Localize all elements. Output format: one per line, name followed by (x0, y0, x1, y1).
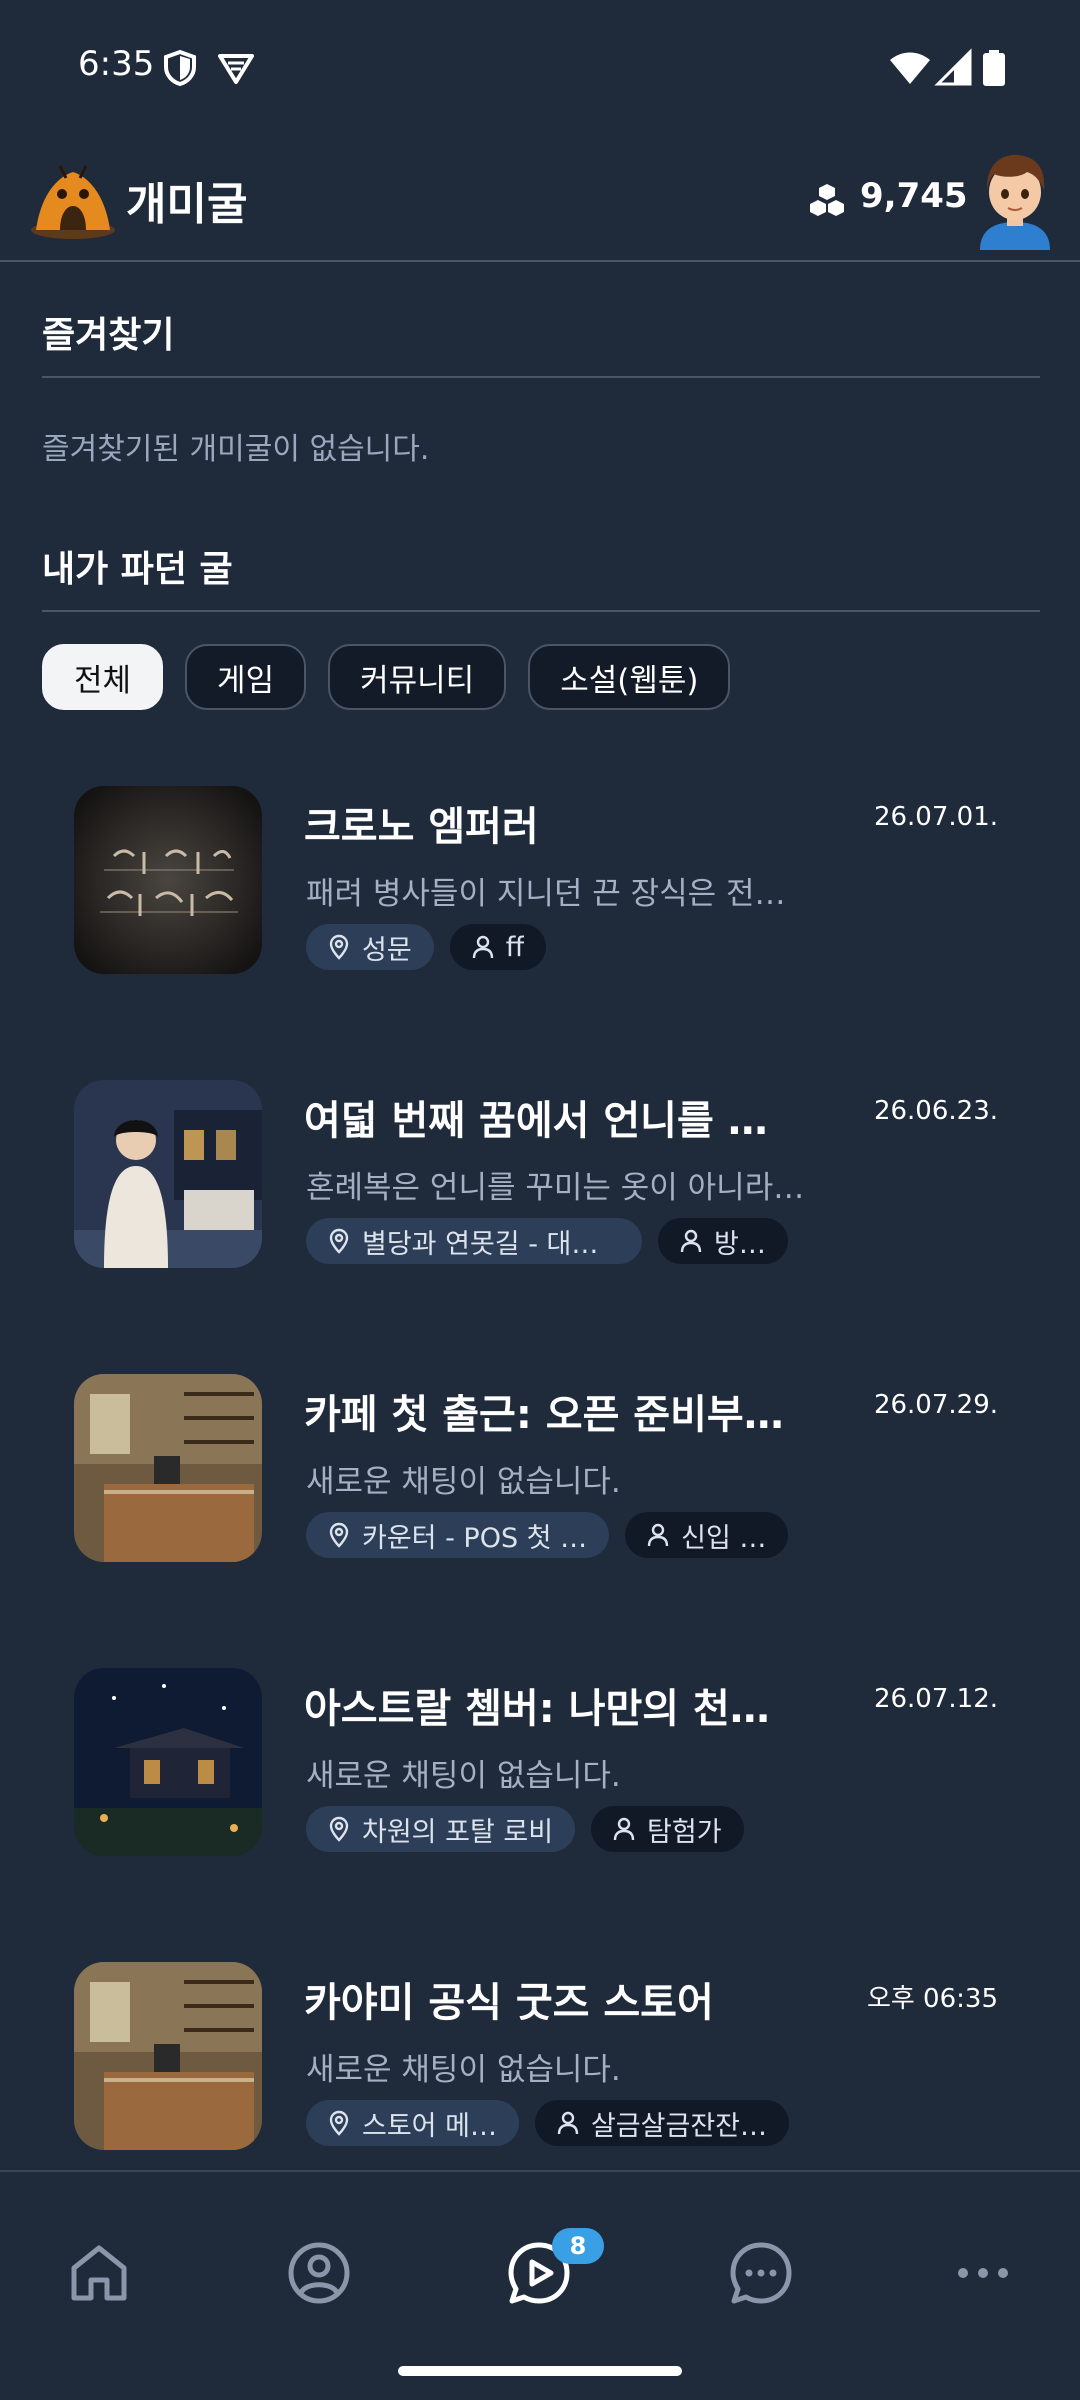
room-date: 26.07.12. (873, 1684, 998, 1714)
user-text: 탐험가 (647, 1816, 722, 1848)
user-text: 방… (714, 1228, 766, 1260)
user-text: 살금살금잔잔… (590, 2110, 767, 2142)
battery-icon (983, 50, 1005, 86)
user-icon (472, 935, 493, 959)
room-preview: 새로운 채팅이 없습니다. (306, 2052, 621, 2088)
status-bar: 6:35 (0, 0, 1080, 136)
user-tag: 신입 … (625, 1512, 789, 1558)
map-pin-icon (329, 934, 349, 960)
vpn-icon (218, 54, 254, 84)
room-date: 26.07.29. (873, 1390, 998, 1420)
profile-icon[interactable] (284, 2238, 354, 2308)
more-icon[interactable] (948, 2238, 1018, 2308)
room-thumbnail (74, 786, 262, 974)
room-thumbnail (74, 1962, 262, 2150)
room-preview: 새로운 채팅이 없습니다. (306, 1758, 621, 1794)
user-icon (613, 1817, 635, 1841)
room-thumbnail (74, 1668, 262, 1856)
notification-badge: 8 (552, 2228, 604, 2264)
filter-chip-novel[interactable]: 소설(웹툰) (528, 644, 731, 710)
hexagon-coins-icon (810, 184, 844, 216)
location-tag: 스토어 메… (306, 2100, 519, 2146)
user-text: ff (505, 931, 525, 963)
room-date: 26.07.01. (873, 802, 998, 832)
shield-icon (164, 49, 196, 87)
location-tag: 성문 (306, 924, 434, 970)
app-title: 개미굴 (126, 179, 248, 230)
room-title: 크로노 엠퍼러 (304, 804, 539, 850)
filter-chip-all[interactable]: 전체 (42, 644, 164, 710)
room-list-item[interactable]: 아스트랄 쳄버: 나만의 천… 26.07.12. 새로운 채팅이 없습니다. … (0, 1668, 1080, 1868)
avatar[interactable] (972, 150, 1058, 250)
favorites-title: 즐겨찾기 (42, 315, 175, 356)
room-list-item[interactable]: 크로노 엠퍼러 26.07.01. 패려 병사들이 지니던 끈 장식은 전… 성… (0, 786, 1080, 986)
signal-icon (934, 48, 972, 86)
my-rooms-divider (42, 610, 1040, 612)
room-list-item[interactable]: 카야미 공식 굿즈 스토어 오후 06:35 새로운 채팅이 없습니다. 스토어… (0, 1962, 1080, 2162)
room-title: 카야미 공식 굿즈 스토어 (304, 1980, 714, 2026)
user-tag: 살금살금잔잔… (534, 2100, 789, 2146)
room-date: 26.06.23. (873, 1096, 998, 1126)
map-pin-icon (329, 1522, 349, 1548)
messages-icon[interactable] (726, 2238, 796, 2308)
filter-chips: 전체 게임 커뮤니티 소설(웹툰) (42, 644, 731, 712)
room-title: 여덟 번째 꿈에서 언니를 … (304, 1098, 768, 1144)
location-text: 차원의 포탈 로비 (362, 1816, 554, 1848)
my-rooms-title: 내가 파던 굴 (42, 549, 233, 590)
location-text: 카운터 - POS 첫 … (362, 1522, 588, 1554)
home-indicator[interactable] (398, 2366, 682, 2376)
room-thumbnail (74, 1080, 262, 1268)
location-text: 별당과 연못길 - 대나… (362, 1228, 620, 1260)
location-tag: 별당과 연못길 - 대나… (306, 1218, 642, 1264)
map-pin-icon (329, 1228, 349, 1254)
room-list-item[interactable]: 카페 첫 출근: 오픈 준비부… 26.07.29. 새로운 채팅이 없습니다.… (0, 1374, 1080, 1574)
home-icon[interactable] (64, 2238, 134, 2308)
user-tag: 탐험가 (591, 1806, 744, 1852)
location-tag: 차원의 포탈 로비 (306, 1806, 576, 1852)
room-thumbnail (74, 1374, 262, 1562)
room-title: 아스트랄 쳄버: 나만의 천… (304, 1686, 770, 1732)
coin-count[interactable]: 9,745 (860, 176, 968, 216)
location-text: 성문 (362, 934, 412, 966)
room-title: 카페 첫 출근: 오픈 준비부… (304, 1392, 784, 1438)
favorites-divider (42, 376, 1040, 378)
room-preview: 패려 병사들이 지니던 끈 장식은 전… (306, 876, 786, 912)
location-text: 스토어 메… (362, 2110, 497, 2142)
room-preview: 새로운 채팅이 없습니다. (306, 1464, 621, 1500)
user-icon (647, 1523, 669, 1547)
map-pin-icon (329, 2110, 349, 2136)
wifi-icon (890, 52, 930, 84)
room-list-item[interactable]: 여덟 번째 꿈에서 언니를 … 26.06.23. 혼례복은 언니를 꾸미는 옷… (0, 1080, 1080, 1280)
filter-chip-game[interactable]: 게임 (185, 644, 307, 710)
user-icon (557, 2111, 579, 2135)
app-header: 개미굴 9,745 (0, 136, 1080, 262)
room-date: 오후 06:35 (866, 1984, 998, 2014)
user-tag: 방… (658, 1218, 788, 1264)
user-tag: ff (449, 924, 547, 970)
user-text: 신입 … (681, 1522, 767, 1554)
room-preview: 혼례복은 언니를 꾸미는 옷이 아니라… (306, 1170, 805, 1206)
favorites-empty-text: 즐겨찾기된 개미굴이 없습니다. (42, 432, 430, 467)
filter-chip-community[interactable]: 커뮤니티 (328, 644, 507, 710)
map-pin-icon (329, 1816, 349, 1842)
status-time: 6:35 (78, 44, 155, 84)
location-tag: 카운터 - POS 첫 … (306, 1512, 610, 1558)
ant-hill-logo[interactable] (30, 160, 116, 240)
user-icon (680, 1229, 702, 1253)
